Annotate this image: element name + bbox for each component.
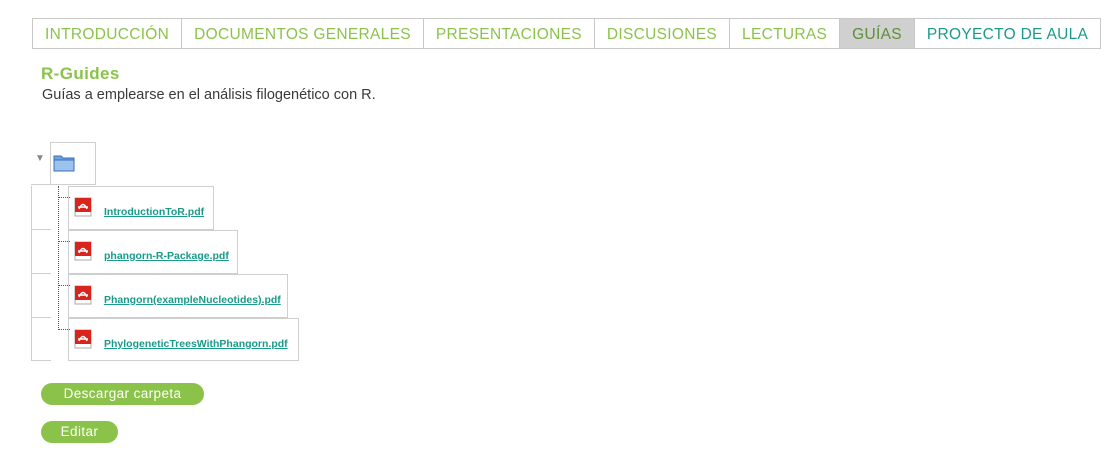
- tab-proyecto-de-aula[interactable]: PROYECTO DE AULA: [913, 19, 1100, 48]
- tab-introduccion[interactable]: INTRODUCCIÓN: [33, 19, 181, 48]
- tree-row-spacer: [31, 318, 51, 361]
- tab-bar: INTRODUCCIÓN DOCUMENTOS GENERALES PRESEN…: [32, 18, 1102, 49]
- pdf-icon: [74, 285, 92, 305]
- tree-branch: [58, 241, 70, 242]
- edit-button[interactable]: Editar: [41, 421, 118, 443]
- page-title: R-Guides: [41, 64, 120, 83]
- file-link-phylogenetic-trees-with-phangorn[interactable]: PhylogeneticTreesWithPhangorn.pdf: [104, 338, 288, 350]
- file-link-phangorn-example-nucleotides[interactable]: Phangorn(exampleNucleotides).pdf: [104, 294, 281, 306]
- file-link-phangorn-r-package[interactable]: phangorn-R-Package.pdf: [104, 250, 229, 262]
- tab-guias[interactable]: GUÍAS: [839, 19, 914, 48]
- tab-documentos-generales[interactable]: DOCUMENTOS GENERALES: [181, 19, 423, 48]
- file-link-introductiontor[interactable]: IntroductionToR.pdf: [104, 206, 204, 218]
- tree-connector: [58, 186, 59, 330]
- page-description: Guías a emplearse en el análisis filogen…: [42, 87, 376, 103]
- pdf-icon: [74, 329, 92, 349]
- pdf-icon: [74, 197, 92, 217]
- tree-row-spacer: [31, 230, 51, 274]
- pdf-icon: [74, 241, 92, 261]
- tree-branch: [58, 197, 70, 198]
- tree-branch: [58, 329, 70, 330]
- tree-row-spacer: [31, 186, 51, 230]
- tab-presentaciones[interactable]: PRESENTACIONES: [422, 19, 594, 48]
- download-folder-button[interactable]: Descargar carpeta: [41, 383, 204, 405]
- collapse-toggle-icon[interactable]: ▼: [35, 153, 45, 164]
- tree-row-spacer: [31, 274, 51, 318]
- tab-lecturas[interactable]: LECTURAS: [729, 19, 839, 48]
- tab-discusiones[interactable]: DISCUSIONES: [593, 19, 729, 48]
- tree-branch: [58, 285, 70, 286]
- folder-icon[interactable]: [53, 153, 75, 172]
